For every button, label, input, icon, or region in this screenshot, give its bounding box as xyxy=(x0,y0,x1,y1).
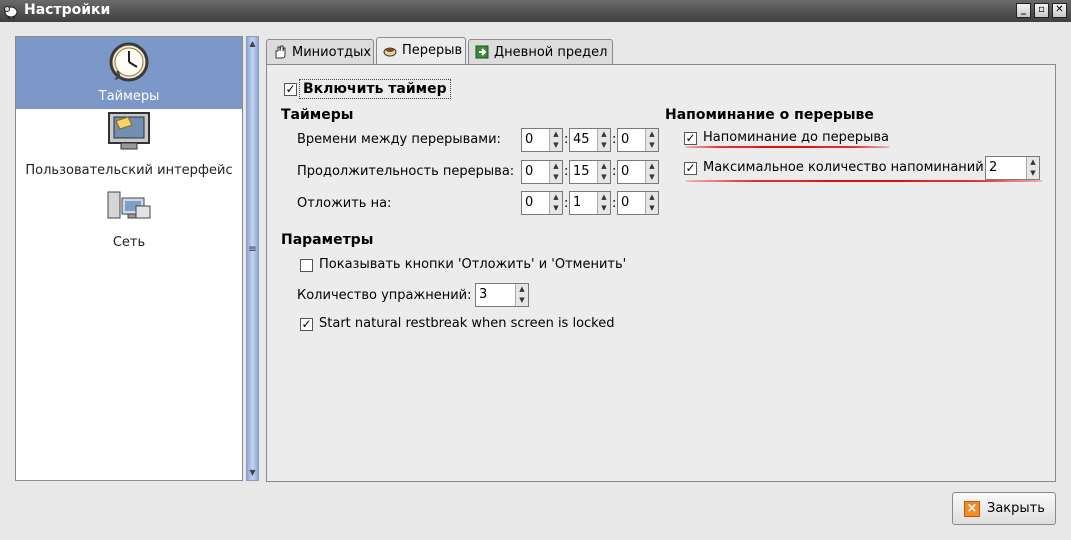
exercises-label: Количество упражнений: xyxy=(297,288,472,303)
time-separator: : xyxy=(612,132,617,147)
scroll-down-icon[interactable]: ▼ xyxy=(248,468,257,478)
sidebar-item-timers[interactable]: Таймеры xyxy=(16,37,242,109)
duration-seconds-spin[interactable]: 0 ▲ ▼ xyxy=(617,160,659,184)
postpone-minutes-spin[interactable]: 1 ▲ ▼ xyxy=(569,191,611,215)
time-separator: : xyxy=(564,164,569,179)
pane-splitter[interactable]: ▲ ≡ ▼ xyxy=(246,36,259,481)
break-settings-panel xyxy=(266,64,1056,482)
tab-label: Дневной предел xyxy=(494,45,608,60)
sidebar: Таймеры Пользовательский интерфейс Сеть xyxy=(15,36,243,481)
spin-arrows-icon[interactable]: ▲ ▼ xyxy=(549,129,562,151)
max-reminders-label: Максимальное количество напоминаний: xyxy=(703,160,989,175)
spin-arrows-icon[interactable]: ▲ ▼ xyxy=(1026,157,1039,179)
close-button-label: Закрыть xyxy=(987,501,1045,516)
tab-label: Перерыв xyxy=(402,43,463,58)
spin-arrows-icon[interactable]: ▲ ▼ xyxy=(645,129,658,151)
max-reminders-spin[interactable]: 2 ▲ ▼ xyxy=(985,156,1040,180)
tab-break[interactable]: Перерыв xyxy=(376,37,466,65)
spin-arrows-icon[interactable]: ▲ ▼ xyxy=(549,161,562,183)
spin-arrows-icon[interactable]: ▲ ▼ xyxy=(549,192,562,214)
spin-arrows-icon[interactable]: ▲ ▼ xyxy=(645,161,658,183)
postpone-hours-spin[interactable]: 0 ▲ ▼ xyxy=(521,191,563,215)
between-breaks-label: Времени между перерывами: xyxy=(297,132,501,147)
clock-icon xyxy=(109,42,149,82)
grip-icon: ≡ xyxy=(248,244,257,255)
duration-hours-spin[interactable]: 0 ▲ ▼ xyxy=(521,160,563,184)
scroll-up-icon[interactable]: ▲ xyxy=(248,39,257,49)
spin-arrows-icon[interactable]: ▲ ▼ xyxy=(597,192,610,214)
hand-icon xyxy=(275,45,286,59)
enable-timer-label: Включить таймер xyxy=(299,79,451,99)
timers-heading: Таймеры xyxy=(281,107,354,123)
monitor-icon xyxy=(108,112,150,150)
params-heading: Параметры xyxy=(281,232,374,248)
between-hours-spin[interactable]: 0 ▲ ▼ xyxy=(521,128,563,152)
enable-timer-checkbox[interactable]: ✓ xyxy=(284,83,297,96)
time-separator: : xyxy=(612,196,617,211)
sheep-icon xyxy=(4,6,18,19)
red-underline-annotation xyxy=(685,146,890,148)
close-button[interactable]: × Закрыть xyxy=(952,492,1056,525)
red-underline-annotation xyxy=(685,180,1043,182)
sidebar-item-network[interactable]: Сеть xyxy=(16,187,242,253)
time-separator: : xyxy=(564,132,569,147)
tab-daily-limit[interactable]: Дневной предел xyxy=(468,39,613,65)
max-reminders-checkbox[interactable]: ✓ xyxy=(684,162,697,175)
spin-arrows-icon[interactable]: ▲ ▼ xyxy=(597,161,610,183)
sidebar-item-label: Таймеры xyxy=(98,89,160,104)
coffee-icon xyxy=(383,47,397,57)
between-minutes-spin[interactable]: 45 ▲ ▼ xyxy=(569,128,611,152)
maximize-button[interactable]: ▫ xyxy=(1034,3,1049,18)
sidebar-item-label: Пользовательский интерфейс xyxy=(25,163,233,178)
postpone-label: Отложить на: xyxy=(297,196,392,211)
spin-arrows-icon[interactable]: ▲ ▼ xyxy=(645,192,658,214)
tab-minibreak[interactable]: Миниотдых xyxy=(266,39,374,65)
natural-break-label: Start natural restbreak when screen is l… xyxy=(319,316,615,331)
duration-minutes-spin[interactable]: 15 ▲ ▼ xyxy=(569,160,611,184)
time-separator: : xyxy=(612,164,617,179)
spin-arrows-icon[interactable]: ▲ ▼ xyxy=(515,284,528,306)
close-window-button[interactable]: ✕ xyxy=(1052,3,1067,18)
network-icon xyxy=(107,191,151,219)
show-buttons-checkbox[interactable] xyxy=(300,259,313,272)
sidebar-item-interface[interactable]: Пользовательский интерфейс xyxy=(16,111,242,181)
natural-break-checkbox[interactable]: ✓ xyxy=(300,318,313,331)
title-bar: Настройки _ ▫ ✕ xyxy=(0,0,1071,22)
show-buttons-label: Показывать кнопки 'Отложить' и 'Отменить… xyxy=(319,257,627,272)
exit-icon xyxy=(475,45,489,59)
spin-arrows-icon[interactable]: ▲ ▼ xyxy=(597,129,610,151)
close-icon: × xyxy=(964,501,980,517)
sidebar-item-label: Сеть xyxy=(112,235,146,250)
minimize-button[interactable]: _ xyxy=(1016,3,1031,18)
time-separator: : xyxy=(564,196,569,211)
break-duration-label: Продолжительность перерыва: xyxy=(297,164,515,179)
reminder-heading: Напоминание о перерыве xyxy=(665,107,874,123)
reminder-before-label: Напоминание до перерыва xyxy=(703,130,889,145)
exercises-spin[interactable]: 3 ▲ ▼ xyxy=(475,283,529,307)
tab-label: Миниотдых xyxy=(292,45,372,60)
reminder-before-checkbox[interactable]: ✓ xyxy=(684,132,697,145)
postpone-seconds-spin[interactable]: 0 ▲ ▼ xyxy=(617,191,659,215)
window-title: Настройки xyxy=(24,2,111,18)
between-seconds-spin[interactable]: 0 ▲ ▼ xyxy=(617,128,659,152)
